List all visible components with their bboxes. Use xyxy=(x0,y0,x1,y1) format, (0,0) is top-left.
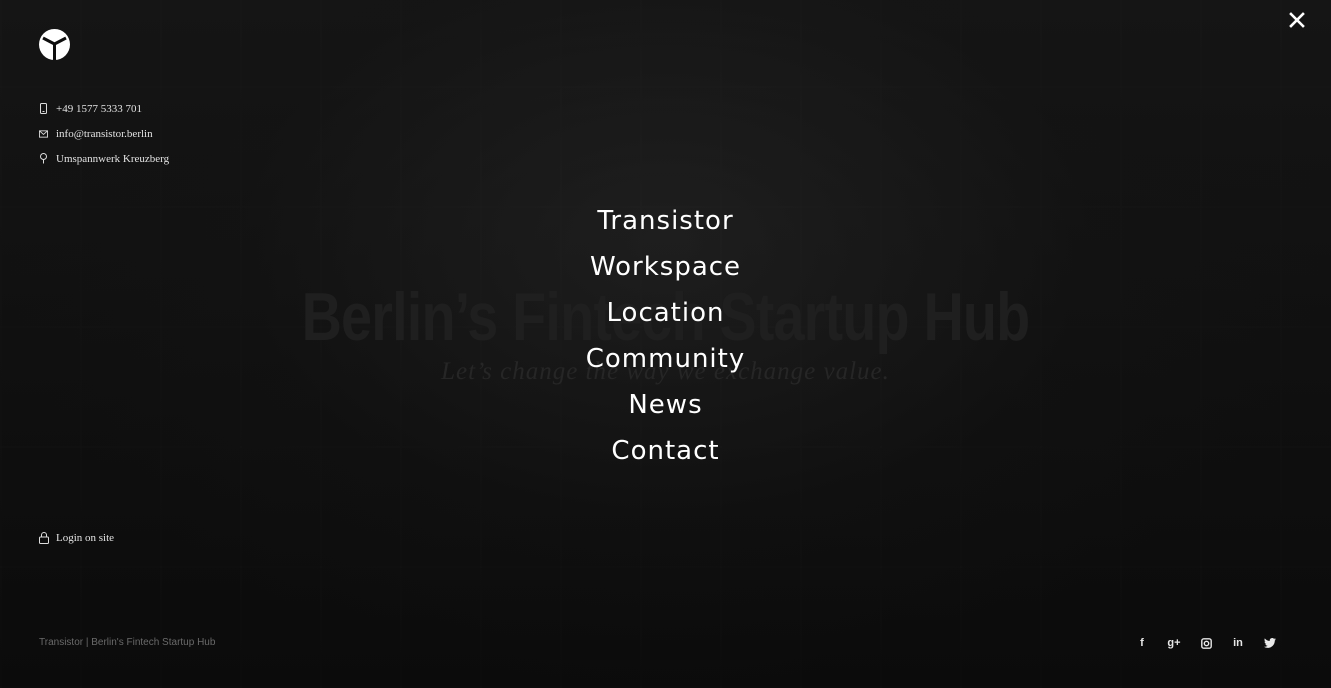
menu-item-news[interactable]: News xyxy=(0,386,1331,432)
menu-item-community[interactable]: Community xyxy=(0,340,1331,386)
menu-item-workspace[interactable]: Workspace xyxy=(0,248,1331,294)
map-pin-icon xyxy=(39,153,48,164)
address-text: Umspannwerk Kreuzberg xyxy=(56,152,170,165)
social-links: f g+ in xyxy=(1126,634,1286,652)
login-label: Login on site xyxy=(56,532,115,544)
login-link[interactable]: Login on site xyxy=(39,532,114,544)
menu-item-transistor[interactable]: Transistor xyxy=(0,202,1331,248)
menu-item-location[interactable]: Location xyxy=(0,294,1331,340)
footer-copyright: Transistor | Berlin's Fintech Startup Hu… xyxy=(39,637,216,648)
transistor-logo-icon[interactable] xyxy=(39,29,70,60)
contact-info: +49 1577 5333 701 info@transistor.berlin… xyxy=(39,100,169,175)
linkedin-icon[interactable]: in xyxy=(1222,634,1254,652)
google-plus-icon[interactable]: g+ xyxy=(1158,634,1190,652)
phone-icon xyxy=(39,103,48,114)
twitter-icon[interactable] xyxy=(1254,634,1286,652)
contact-phone[interactable]: +49 1577 5333 701 xyxy=(39,100,169,117)
mail-icon xyxy=(39,128,48,139)
instagram-icon[interactable] xyxy=(1190,634,1222,652)
menu-item-contact[interactable]: Contact xyxy=(0,432,1331,478)
facebook-icon[interactable]: f xyxy=(1126,634,1158,652)
email-address: info@transistor.berlin xyxy=(56,127,153,140)
main-menu: Transistor Workspace Location Community … xyxy=(0,202,1331,478)
contact-email[interactable]: info@transistor.berlin xyxy=(39,125,169,142)
phone-number: +49 1577 5333 701 xyxy=(56,102,142,115)
close-icon[interactable] xyxy=(1287,10,1307,30)
lock-icon xyxy=(39,532,49,544)
contact-address[interactable]: Umspannwerk Kreuzberg xyxy=(39,150,169,167)
